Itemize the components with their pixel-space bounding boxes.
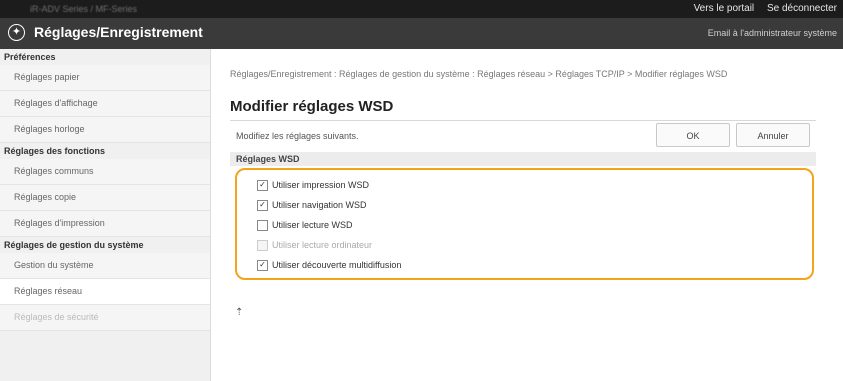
option-label: Utiliser lecture WSD: [272, 220, 353, 230]
main-content: Réglages/Enregistrement : Réglages de ge…: [230, 49, 830, 379]
app-title: Réglages/Enregistrement: [34, 24, 203, 40]
instruction-text: Modifiez les réglages suivants.: [236, 131, 359, 141]
option-wsd-scan: Utiliser lecture WSD: [257, 219, 353, 233]
option-wsd-printing: ✓ Utiliser impression WSD: [257, 179, 369, 193]
top-bar: iR-ADV Series / MF-Series Vers le portai…: [0, 0, 843, 18]
multicast-discovery-checkbox[interactable]: ✓: [257, 260, 268, 272]
portal-link[interactable]: Vers le portail: [694, 3, 755, 14]
sidebar-item-display[interactable]: Réglages d'affichage: [0, 91, 210, 117]
sidebar-item-copy[interactable]: Réglages copie: [0, 185, 210, 211]
option-multicast-discovery: ✓ Utiliser découverte multidiffusion: [257, 259, 401, 273]
sidebar: Préférences Réglages papier Réglages d'a…: [0, 49, 211, 381]
option-label: Utiliser découverte multidiffusion: [272, 260, 402, 270]
option-label: Utiliser impression WSD: [272, 180, 370, 190]
logout-link[interactable]: Se déconnecter: [767, 3, 837, 14]
wsd-printing-checkbox[interactable]: ✓: [257, 180, 268, 192]
admin-mail-link[interactable]: Email à l'administrateur système: [708, 28, 837, 38]
cancel-button[interactable]: Annuler: [736, 123, 810, 147]
device-name: iR-ADV Series / MF-Series: [30, 4, 138, 14]
wsd-browsing-checkbox[interactable]: ✓: [257, 200, 268, 212]
sidebar-item-paper[interactable]: Réglages papier: [0, 65, 210, 91]
sidebar-section-system: Réglages de gestion du système: [0, 237, 210, 253]
option-wsd-browsing: ✓ Utiliser navigation WSD: [257, 199, 367, 213]
title-divider: [230, 120, 816, 121]
ok-button[interactable]: OK: [656, 123, 730, 147]
sidebar-item-network[interactable]: Réglages réseau: [0, 279, 210, 305]
sidebar-item-print[interactable]: Réglages d'impression: [0, 211, 210, 237]
back-to-top-icon[interactable]: ⇡: [235, 307, 243, 318]
top-links: Vers le portail Se déconnecter: [684, 3, 837, 14]
sidebar-section-preferences: Préférences: [0, 49, 210, 65]
option-label: Utiliser lecture ordinateur: [272, 240, 373, 250]
option-computer-scan: Utiliser lecture ordinateur: [257, 239, 372, 253]
breadcrumb: Réglages/Enregistrement : Réglages de ge…: [230, 69, 728, 79]
options-highlight: ✓ Utiliser impression WSD ✓ Utiliser navig…: [235, 168, 814, 280]
sidebar-item-clock[interactable]: Réglages horloge: [0, 117, 210, 143]
computer-scan-checkbox[interactable]: [257, 240, 268, 252]
sidebar-item-system-management[interactable]: Gestion du système: [0, 253, 210, 279]
page-title: Modifier réglages WSD: [230, 98, 394, 115]
sidebar-section-functions: Réglages des fonctions: [0, 143, 210, 159]
title-bar: ✦ Réglages/Enregistrement Email à l'admi…: [0, 18, 843, 49]
sidebar-item-common[interactable]: Réglages communs: [0, 159, 210, 185]
sidebar-item-security[interactable]: Réglages de sécurité: [0, 305, 210, 331]
option-label: Utiliser navigation WSD: [272, 200, 367, 210]
section-header: Réglages WSD: [230, 152, 816, 166]
wsd-scan-checkbox[interactable]: [257, 220, 268, 232]
settings-register-icon: ✦: [8, 24, 25, 41]
